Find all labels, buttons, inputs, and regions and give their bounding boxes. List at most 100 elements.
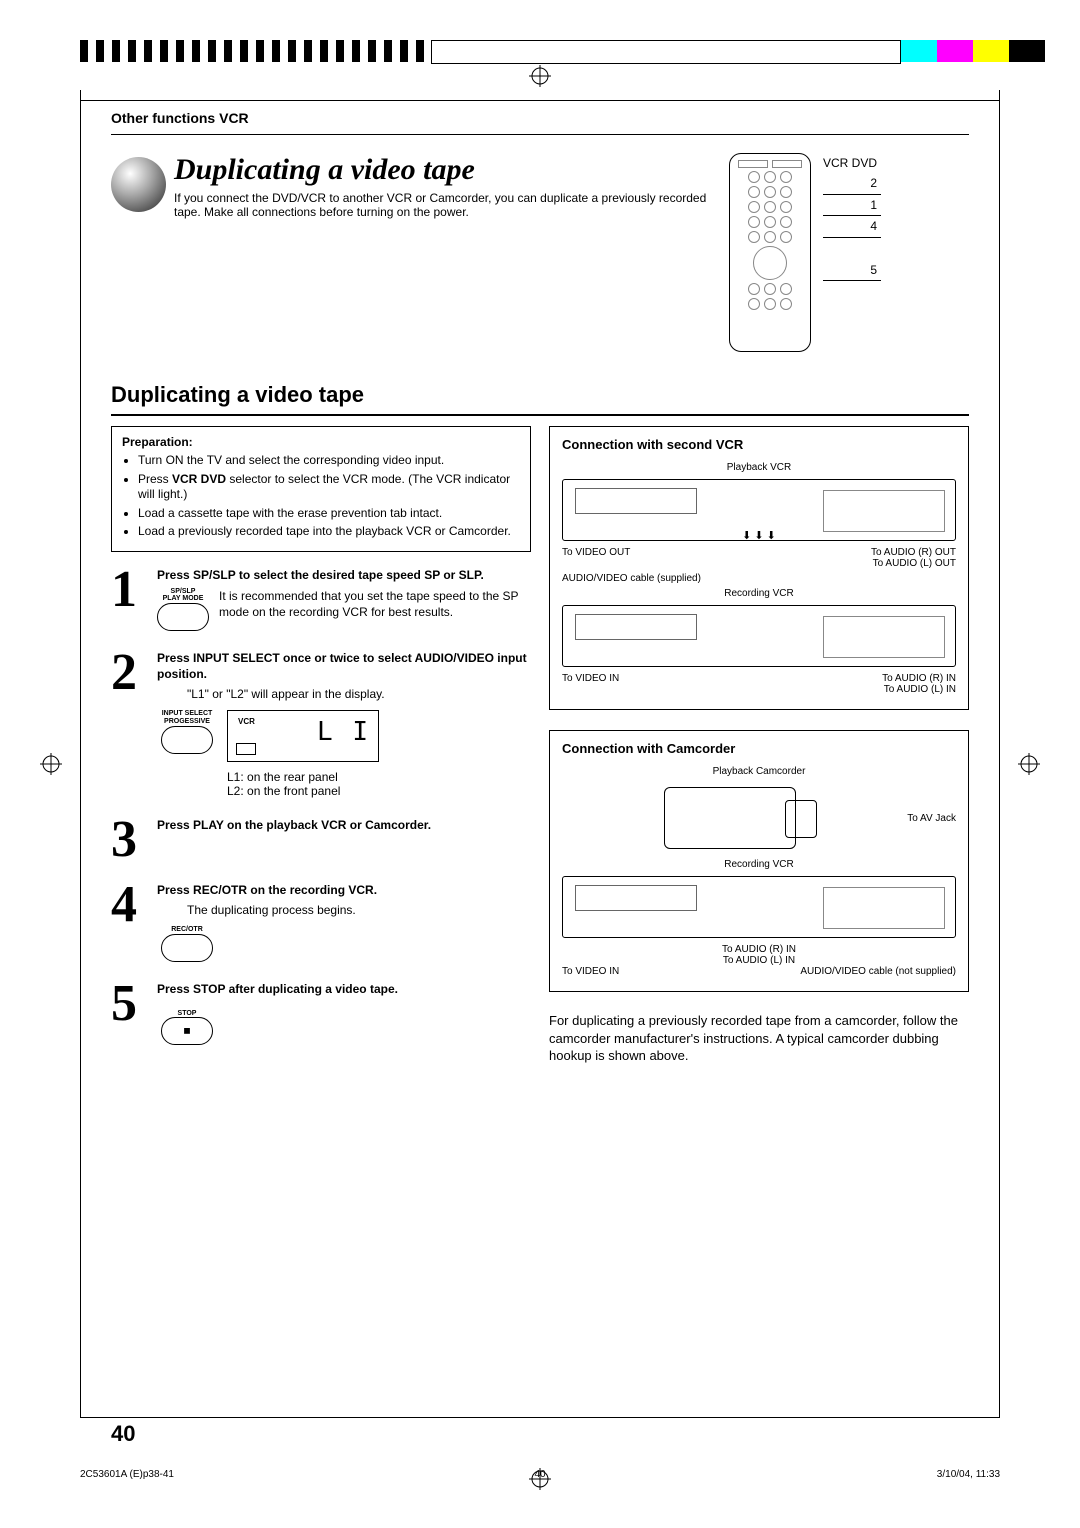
remote-callout: 5 <box>861 260 877 280</box>
vcr-device-icon: ⬇⬇⬇ <box>562 479 956 541</box>
step-desc: The duplicating process begins. <box>187 902 531 918</box>
button-label-bottom: PLAY MODE <box>163 595 204 603</box>
connection-camcorder-box: Connection with Camcorder Playback Camco… <box>549 730 969 992</box>
step-number: 3 <box>111 818 157 862</box>
swatch-cyan <box>901 40 937 62</box>
swatch-magenta <box>937 40 973 62</box>
preparation-heading: Preparation: <box>122 435 520 449</box>
step-heading: Press PLAY on the playback VCR or Camcor… <box>157 818 531 834</box>
button-icon-stop: STOP ■ <box>157 1010 217 1046</box>
registration-mark-top <box>529 65 551 87</box>
button-label-top: SP/SLP <box>171 588 196 596</box>
step-number: 2 <box>111 651 157 798</box>
section-header: Other functions VCR <box>111 110 969 126</box>
camcorder-footer-text: For duplicating a previously recorded ta… <box>549 1012 969 1065</box>
label-audio-r-in: To AUDIO (R) IN <box>882 673 956 684</box>
remote-dpad-icon <box>753 246 787 280</box>
label-playback-vcr: Playback VCR <box>562 462 956 473</box>
swatch-black <box>1009 40 1045 62</box>
prep-item: Press VCR DVD selector to select the VCR… <box>138 472 520 503</box>
connections-column: Connection with second VCR Playback VCR … <box>549 426 969 1065</box>
label-audio-r-out: To AUDIO (R) OUT <box>871 547 956 558</box>
prep-item: Load a cassette tape with the erase prev… <box>138 506 520 522</box>
connection-vcr-box: Connection with second VCR Playback VCR … <box>549 426 969 710</box>
step-3: 3 Press PLAY on the playback VCR or Camc… <box>111 818 531 862</box>
subtitle-rule <box>111 414 969 416</box>
vcr-device-icon <box>562 876 956 938</box>
button-icon-recotr: REC/OTR <box>157 926 217 962</box>
manual-page: Other functions VCR Duplicating a video … <box>0 0 1080 1528</box>
preparation-box: Preparation: Turn ON the TV and select t… <box>111 426 531 552</box>
footer-page: 40 <box>534 1469 545 1480</box>
decorative-sphere-icon <box>111 157 166 212</box>
subtitle: Duplicating a video tape <box>111 382 969 408</box>
button-label-top: STOP <box>178 1010 197 1017</box>
step-note: L1: on the rear panel <box>227 770 379 784</box>
colorbar-gap <box>431 40 901 64</box>
step-4: 4 Press REC/OTR on the recording VCR. Th… <box>111 883 531 962</box>
step-number: 1 <box>111 568 157 631</box>
step-heading: Press INPUT SELECT once or twice to sele… <box>157 651 531 682</box>
label-video-out: To VIDEO OUT <box>562 547 630 558</box>
oval-button-icon <box>157 603 209 631</box>
conn-heading: Connection with second VCR <box>562 437 956 452</box>
button-label-top: REC/OTR <box>171 926 203 934</box>
prep-item: Load a previously recorded tape into the… <box>138 524 520 540</box>
vcr-device-icon <box>562 605 956 667</box>
label-playback-camcorder: Playback Camcorder <box>562 766 956 777</box>
label-audio-l-in: To AUDIO (L) IN <box>723 955 795 966</box>
label-audio-l-in: To AUDIO (L) IN <box>562 684 956 695</box>
vcr-display-icon: VCR L I <box>227 710 379 762</box>
step-note: L2: on the front panel <box>227 784 379 798</box>
footer-doc-id: 2C53601A (E)p38-41 <box>80 1469 174 1480</box>
rca-plug-icon: ⬇ <box>742 529 751 542</box>
step-2: 2 Press INPUT SELECT once or twice to se… <box>111 651 531 798</box>
button-icon-spslp: SP/SLP PLAY MODE <box>157 588 209 631</box>
prep-item: Turn ON the TV and select the correspond… <box>138 453 520 469</box>
label-cable-supplied: AUDIO/VIDEO cable (supplied) <box>562 573 956 584</box>
step-number: 5 <box>111 982 157 1045</box>
print-footer: 2C53601A (E)p38-41 40 3/10/04, 11:33 <box>80 1469 1000 1480</box>
cassette-icon <box>236 743 256 755</box>
registration-mark-left <box>40 753 62 775</box>
label-audio-r-in: To AUDIO (R) IN <box>722 944 796 955</box>
header-rule <box>111 134 969 135</box>
label-video-in: To VIDEO IN <box>562 673 619 684</box>
button-label-bottom: PROGESSIVE <box>164 718 210 726</box>
rca-plug-icon: ⬇ <box>767 529 776 542</box>
step-5: 5 Press STOP after duplicating a video t… <box>111 982 531 1045</box>
page-number: 40 <box>111 1421 135 1447</box>
print-color-bar <box>80 40 1045 62</box>
display-vcr-label: VCR <box>238 717 255 726</box>
label-av-jack: To AV Jack <box>907 813 956 824</box>
label-audio-l-out: To AUDIO (L) OUT <box>562 558 956 569</box>
instructions-column: Preparation: Turn ON the TV and select t… <box>111 426 531 1065</box>
step-heading: Press STOP after duplicating a video tap… <box>157 982 531 998</box>
remote-callout: 2 <box>861 173 877 193</box>
label-cable-not-supplied: AUDIO/VIDEO cable (not supplied) <box>800 966 956 977</box>
page-title: Duplicating a video tape <box>111 153 719 187</box>
remote-callout: 1 <box>861 195 877 215</box>
greyscale-stripes <box>80 40 431 62</box>
conn-heading: Connection with Camcorder <box>562 741 956 756</box>
bold-term: VCR DVD <box>172 472 226 486</box>
camcorder-icon <box>664 787 796 849</box>
step-heading: Press REC/OTR on the recording VCR. <box>157 883 531 899</box>
oval-button-icon <box>161 726 213 754</box>
step-heading: Press SP/SLP to select the desired tape … <box>157 568 531 584</box>
oval-button-icon <box>161 934 213 962</box>
stop-icon: ■ <box>183 1024 190 1038</box>
step-1: 1 Press SP/SLP to select the desired tap… <box>111 568 531 631</box>
label-video-in: To VIDEO IN <box>562 966 619 977</box>
button-label-top: INPUT SELECT <box>162 710 213 718</box>
step-number: 4 <box>111 883 157 962</box>
rca-plug-icon: ⬇ <box>754 529 763 542</box>
page-frame: Other functions VCR Duplicating a video … <box>80 90 1000 1418</box>
label-recording-vcr: Recording VCR <box>562 588 956 599</box>
step-desc: "L1" or "L2" will appear in the display. <box>187 686 531 702</box>
remote-diagram: VCR DVD 2 1 4 5 <box>729 153 969 352</box>
remote-label-title: VCR DVD <box>823 153 881 173</box>
display-segment-text: L I <box>317 717 370 747</box>
footer-timestamp: 3/10/04, 11:33 <box>937 1469 1000 1480</box>
step-desc: It is recommended that you set the tape … <box>219 588 531 620</box>
